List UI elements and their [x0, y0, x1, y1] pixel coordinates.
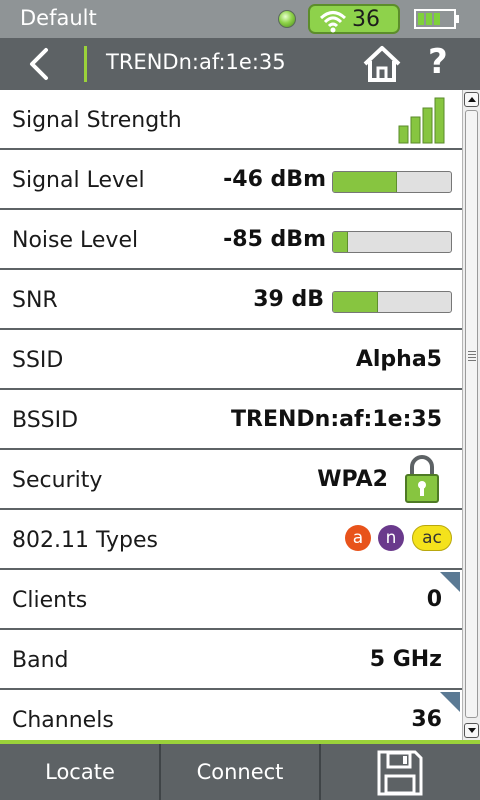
signal-level-value: -46 dBm: [223, 167, 326, 192]
signal-bars-icon: [398, 97, 445, 144]
bottom-toolbar: Locate Connect: [0, 744, 480, 800]
home-icon[interactable]: [362, 44, 402, 84]
drilldown-corner-icon: [440, 692, 460, 712]
wifi-channel: 36: [352, 7, 380, 32]
back-icon[interactable]: [24, 46, 54, 82]
drilldown-corner-icon: [440, 572, 460, 592]
scroll-thumb[interactable]: [465, 110, 478, 718]
scroll-grip-icon: [468, 351, 476, 363]
snr-bar-fill: [333, 292, 378, 312]
badge-a: a: [345, 525, 371, 551]
lock-icon: [405, 455, 439, 503]
band-row: Band 5 GHz: [0, 630, 462, 690]
help-icon[interactable]: ?: [428, 42, 448, 82]
security-label: Security: [12, 468, 103, 493]
status-led-icon: [278, 10, 296, 28]
noise-level-bar-fill: [333, 232, 349, 252]
nav-bar: TRENDn:af:1e:35 ?: [0, 38, 480, 90]
signal-level-label: Signal Level: [12, 168, 145, 193]
band-label: Band: [12, 648, 69, 673]
noise-level-value: -85 dBm: [223, 227, 326, 252]
signal-strength-row: Signal Strength: [0, 90, 462, 150]
channels-value: 36: [411, 707, 442, 732]
channels-row[interactable]: Channels 36: [0, 690, 462, 740]
channels-label: Channels: [12, 708, 114, 733]
locate-button[interactable]: Locate: [0, 744, 160, 800]
nav-divider: [84, 46, 87, 82]
snr-row: SNR 39 dB: [0, 270, 462, 330]
details-list[interactable]: Signal Strength Signal Level -46 dBm Noi…: [0, 90, 462, 740]
noise-level-bar: [332, 231, 452, 253]
page-title: TRENDn:af:1e:35: [106, 50, 286, 74]
battery-icon: [414, 9, 459, 29]
status-bar: Default 36: [0, 0, 480, 38]
snr-bar: [332, 291, 452, 313]
security-value: WPA2: [317, 467, 388, 492]
save-icon[interactable]: [377, 750, 423, 796]
signal-level-row: Signal Level -46 dBm: [0, 150, 462, 210]
scrollbar[interactable]: [462, 90, 480, 740]
profile-name: Default: [20, 6, 97, 30]
signal-strength-label: Signal Strength: [12, 108, 182, 133]
scroll-down-icon[interactable]: [464, 723, 479, 738]
noise-level-row: Noise Level -85 dBm: [0, 210, 462, 270]
wifi-status-badge[interactable]: 36: [308, 4, 400, 34]
ssid-row: SSID Alpha5: [0, 330, 462, 390]
toolbar-separator: [319, 744, 321, 800]
snr-value: 39 dB: [253, 287, 324, 312]
types-label: 802.11 Types: [12, 528, 158, 553]
bssid-row: BSSID TRENDn:af:1e:35: [0, 390, 462, 450]
signal-level-bar-fill: [333, 172, 397, 192]
signal-level-bar: [332, 171, 452, 193]
clients-label: Clients: [12, 588, 88, 613]
snr-label: SNR: [12, 288, 58, 313]
band-value: 5 GHz: [369, 647, 442, 672]
security-row: Security WPA2: [0, 450, 462, 510]
bssid-label: BSSID: [12, 408, 79, 433]
clients-row[interactable]: Clients 0: [0, 570, 462, 630]
ssid-label: SSID: [12, 348, 64, 373]
badge-ac: ac: [412, 525, 452, 551]
noise-level-label: Noise Level: [12, 228, 139, 253]
bssid-value: TRENDn:af:1e:35: [231, 407, 442, 432]
ssid-value: Alpha5: [355, 347, 442, 372]
types-row: 802.11 Types a n ac: [0, 510, 462, 570]
badge-n: n: [378, 525, 404, 551]
scroll-up-icon[interactable]: [464, 92, 479, 107]
wifi-icon: [319, 11, 347, 33]
connect-button[interactable]: Connect: [161, 744, 319, 800]
